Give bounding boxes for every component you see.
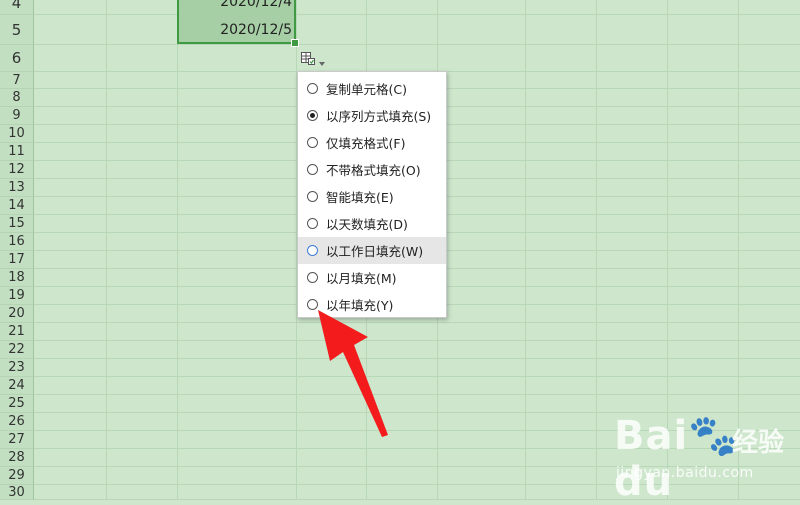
row-header[interactable]: 24 [0, 377, 34, 395]
grid-row [34, 341, 800, 359]
menu-item-label: 不带格式填充(O) [326, 163, 421, 178]
watermark-url: jingyan.baidu.com [616, 465, 754, 481]
fill-handle[interactable] [291, 39, 299, 47]
cell-date-row5[interactable]: 2020/12/5 [178, 22, 294, 38]
row-header[interactable]: 19 [0, 287, 34, 305]
row-header[interactable]: 27 [0, 431, 34, 449]
row-header[interactable]: 20 [0, 305, 34, 323]
baidu-jingyan-watermark: Bai🐾du 经验 jingyan.baidu.com [612, 412, 797, 505]
small-down-arrow-icon [319, 51, 325, 70]
row-header[interactable]: 7 [0, 72, 34, 89]
watermark-brand-text: Bai [614, 413, 689, 459]
autofill-options-icon [300, 50, 316, 70]
grid-row [34, 45, 800, 72]
row-header-5[interactable]: 5 [0, 15, 34, 45]
row-header[interactable]: 11 [0, 143, 34, 161]
menu-item-label: 仅填充格式(F) [326, 136, 406, 151]
red-arrow-icon [318, 310, 388, 437]
menu-item-label: 复制单元格(C) [326, 82, 407, 97]
row-header[interactable]: 16 [0, 233, 34, 251]
cell-date-row4[interactable]: 2020/12/4 [178, 0, 294, 10]
menu-item-fill-formatting-only[interactable]: 仅填充格式(F) [298, 129, 446, 156]
radio-button[interactable] [307, 245, 318, 256]
menu-item-label: 以工作日填充(W) [326, 244, 424, 259]
autofill-options-button[interactable] [300, 50, 330, 70]
row-header[interactable]: 14 [0, 197, 34, 215]
radio-button-selected[interactable] [307, 110, 318, 121]
row-header[interactable]: 9 [0, 107, 34, 125]
radio-button[interactable] [307, 191, 318, 202]
grid-row [34, 359, 800, 377]
menu-item-fill-months[interactable]: 以月填充(M) [298, 264, 446, 291]
spreadsheet-grid[interactable]: 4 5 6 7 8 9 10 11 12 13 14 15 16 17 18 1… [0, 0, 800, 505]
row-header[interactable]: 18 [0, 269, 34, 287]
radio-button[interactable] [307, 137, 318, 148]
radio-button[interactable] [307, 218, 318, 229]
grid-row [34, 377, 800, 395]
menu-item-label: 以天数填充(D) [326, 217, 408, 232]
row-header[interactable]: 10 [0, 125, 34, 143]
menu-item-smart-fill[interactable]: 智能填充(E) [298, 183, 446, 210]
radio-button[interactable] [307, 272, 318, 283]
radio-button[interactable] [307, 83, 318, 94]
menu-item-fill-days[interactable]: 以天数填充(D) [298, 210, 446, 237]
menu-item-label: 以序列方式填充(S) [326, 109, 432, 124]
row-header[interactable]: 22 [0, 341, 34, 359]
grid-row [34, 15, 800, 45]
grid-row [34, 323, 800, 341]
grid-row [34, 0, 800, 15]
row-header[interactable]: 26 [0, 413, 34, 431]
row-header-4[interactable]: 4 [0, 0, 34, 15]
row-header[interactable]: 29 [0, 467, 34, 485]
row-header[interactable]: 8 [0, 89, 34, 107]
menu-item-fill-series[interactable]: 以序列方式填充(S) [298, 102, 446, 129]
menu-item-fill-without-formatting[interactable]: 不带格式填充(O) [298, 156, 446, 183]
row-header[interactable]: 23 [0, 359, 34, 377]
menu-item-fill-weekdays[interactable]: 以工作日填充(W) [298, 237, 446, 264]
row-header[interactable]: 25 [0, 395, 34, 413]
autofill-options-menu: 复制单元格(C) 以序列方式填充(S) 仅填充格式(F) 不带格式填充(O) 智… [297, 71, 447, 318]
row-header[interactable]: 30 [0, 485, 34, 500]
row-header[interactable]: 13 [0, 179, 34, 197]
menu-item-label: 以月填充(M) [326, 271, 397, 286]
row-header[interactable]: 17 [0, 251, 34, 269]
row-header[interactable]: 15 [0, 215, 34, 233]
grid-row [34, 395, 800, 413]
radio-button[interactable] [307, 164, 318, 175]
row-header[interactable]: 28 [0, 449, 34, 467]
menu-item-label: 智能填充(E) [326, 190, 394, 205]
menu-item-copy-cells[interactable]: 复制单元格(C) [298, 75, 446, 102]
watermark-cn: 经验 [732, 428, 785, 458]
row-header-6[interactable]: 6 [0, 45, 34, 72]
row-header[interactable]: 21 [0, 323, 34, 341]
row-header[interactable]: 12 [0, 161, 34, 179]
